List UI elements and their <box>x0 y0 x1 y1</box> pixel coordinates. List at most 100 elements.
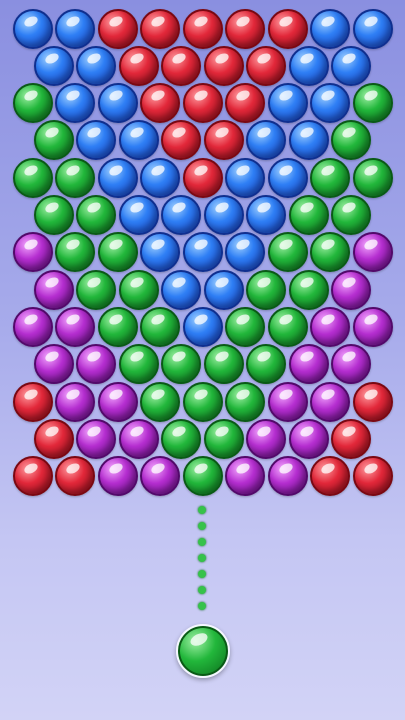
shooter-bubble[interactable] <box>176 624 230 678</box>
green-bubble <box>288 195 329 235</box>
blue-bubble <box>182 306 223 347</box>
green-bubble <box>246 269 287 310</box>
green-bubble <box>140 381 180 422</box>
green-bubble <box>55 232 95 273</box>
red-bubble <box>246 45 287 86</box>
red-bubble <box>203 45 244 86</box>
green-bubble <box>203 344 244 385</box>
red-bubble <box>97 8 138 49</box>
green-bubble <box>225 381 265 422</box>
bubble-grid <box>0 0 405 500</box>
purple-bubble <box>76 344 117 385</box>
green-bubble <box>55 157 95 198</box>
purple-bubble <box>97 456 138 497</box>
green-bubble <box>246 344 287 385</box>
blue-bubble <box>76 45 117 86</box>
purple-bubble <box>331 344 372 385</box>
blue-bubble <box>161 269 202 310</box>
green-bubble <box>203 418 244 459</box>
aim-dot <box>198 506 206 514</box>
purple-bubble <box>225 456 265 497</box>
blue-bubble <box>140 232 180 273</box>
purple-bubble <box>55 381 95 422</box>
red-bubble <box>182 157 223 198</box>
green-bubble <box>118 344 159 385</box>
red-bubble <box>331 418 372 459</box>
green-bubble <box>182 381 223 422</box>
purple-bubble <box>33 344 74 385</box>
green-bubble <box>310 232 350 273</box>
red-bubble <box>267 8 308 49</box>
red-bubble <box>140 8 180 49</box>
purple-bubble <box>12 306 53 347</box>
green-bubble <box>140 306 180 347</box>
blue-bubble <box>310 83 350 124</box>
green-bubble <box>161 418 202 459</box>
purple-bubble <box>267 456 308 497</box>
red-bubble <box>118 45 159 86</box>
red-bubble <box>225 8 265 49</box>
green-bubble <box>352 157 393 198</box>
green-bubble <box>352 83 393 124</box>
green-bubble <box>182 456 223 497</box>
green-bubble <box>12 157 53 198</box>
blue-bubble <box>182 232 223 273</box>
green-bubble <box>97 306 138 347</box>
purple-bubble <box>97 381 138 422</box>
red-bubble <box>161 120 202 161</box>
blue-bubble <box>246 120 287 161</box>
purple-bubble <box>331 269 372 310</box>
blue-bubble <box>118 120 159 161</box>
green-bubble <box>331 195 372 235</box>
green-bubble <box>97 232 138 273</box>
blue-bubble <box>288 45 329 86</box>
red-bubble <box>203 120 244 161</box>
red-bubble <box>12 381 53 422</box>
blue-bubble <box>97 157 138 198</box>
blue-bubble <box>97 83 138 124</box>
red-bubble <box>310 456 350 497</box>
blue-bubble <box>310 8 350 49</box>
green-bubble <box>310 157 350 198</box>
green-bubble <box>33 120 74 161</box>
blue-bubble <box>352 8 393 49</box>
green-bubble <box>118 269 159 310</box>
purple-bubble <box>352 232 393 273</box>
red-bubble <box>161 45 202 86</box>
blue-bubble <box>225 157 265 198</box>
green-bubble <box>267 232 308 273</box>
red-bubble <box>352 456 393 497</box>
purple-bubble <box>12 232 53 273</box>
blue-bubble <box>246 195 287 235</box>
purple-bubble <box>267 381 308 422</box>
blue-bubble <box>288 120 329 161</box>
red-bubble <box>33 418 74 459</box>
blue-bubble <box>225 232 265 273</box>
green-bubble <box>33 195 74 235</box>
blue-bubble <box>55 83 95 124</box>
red-bubble <box>352 381 393 422</box>
red-bubble <box>182 8 223 49</box>
red-bubble <box>12 456 53 497</box>
green-bubble <box>76 269 117 310</box>
purple-bubble <box>246 418 287 459</box>
purple-bubble <box>310 306 350 347</box>
red-bubble <box>55 456 95 497</box>
aim-dot <box>198 554 206 562</box>
blue-bubble <box>55 8 95 49</box>
blue-bubble <box>12 8 53 49</box>
blue-bubble <box>76 120 117 161</box>
blue-bubble <box>267 83 308 124</box>
purple-bubble <box>33 269 74 310</box>
aim-dot <box>198 570 206 578</box>
purple-bubble <box>352 306 393 347</box>
blue-bubble <box>331 45 372 86</box>
green-bubble <box>331 120 372 161</box>
blue-bubble <box>33 45 74 86</box>
green-bubble <box>288 269 329 310</box>
green-bubble <box>161 344 202 385</box>
purple-bubble <box>140 456 180 497</box>
aim-dot <box>198 586 206 594</box>
purple-bubble <box>76 418 117 459</box>
blue-bubble <box>203 195 244 235</box>
